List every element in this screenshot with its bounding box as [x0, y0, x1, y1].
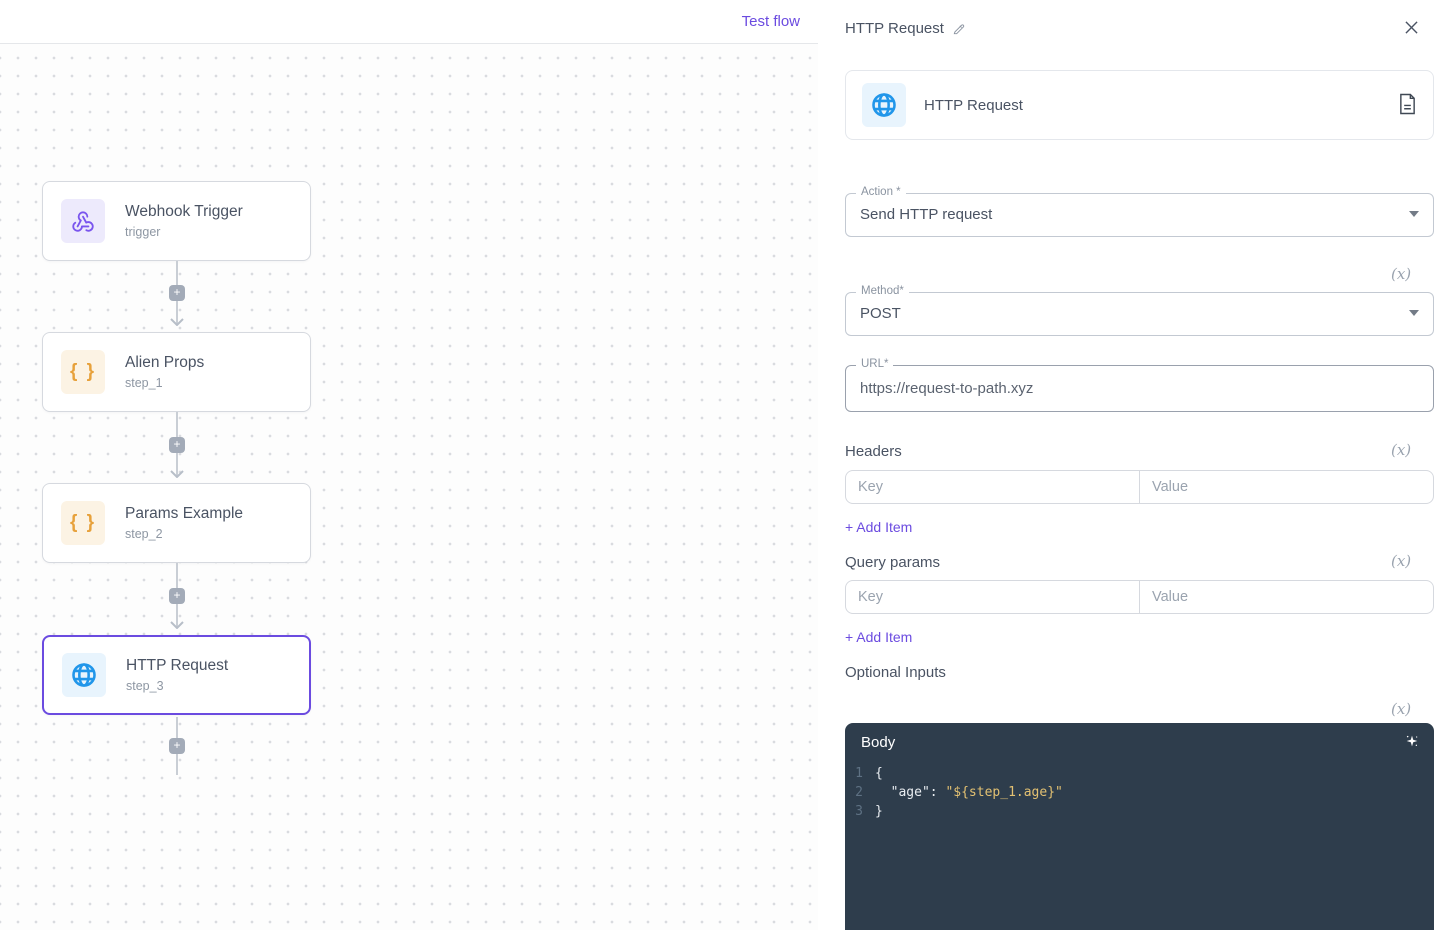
dynamic-value-toggle-method[interactable]: (x): [1391, 265, 1411, 283]
code-line: 3 }: [845, 802, 1434, 821]
action-label: Action *: [856, 186, 906, 198]
panel-title: HTTP Request: [845, 20, 944, 37]
add-step-button[interactable]: +: [169, 738, 185, 754]
piece-info-card: HTTP Request: [845, 70, 1434, 140]
add-step-button[interactable]: +: [169, 588, 185, 604]
add-step-button[interactable]: +: [169, 285, 185, 301]
code-text: }: [875, 802, 883, 821]
code-line: 1 {: [845, 764, 1434, 783]
globe-icon: [862, 83, 906, 127]
ai-sparkle-icon[interactable]: [1404, 733, 1420, 752]
code-text: {: [875, 764, 883, 783]
dynamic-value-toggle-headers[interactable]: (x): [1391, 441, 1411, 459]
code-text: "age":: [875, 783, 945, 802]
edit-pencil-icon[interactable]: [952, 22, 966, 36]
arrow-down-icon: [170, 621, 184, 629]
action-select[interactable]: Action * Send HTTP request: [845, 193, 1434, 237]
close-icon[interactable]: [1405, 21, 1418, 37]
query-params-add-item-button[interactable]: + Add Item: [845, 629, 912, 645]
url-input[interactable]: [846, 366, 1433, 411]
query-params-label: Query params: [845, 554, 940, 571]
connector: +: [169, 563, 185, 628]
dynamic-value-toggle-body[interactable]: (x): [1391, 700, 1411, 718]
body-code-editor[interactable]: Body 1 { 2 "age": "${step_1.age}": [845, 723, 1434, 930]
step-settings-panel: HTTP Request HTTP Request Action * Send …: [819, 0, 1452, 930]
headers-value-input[interactable]: [1140, 471, 1433, 503]
braces-icon: { }: [61, 350, 105, 394]
add-step-button[interactable]: +: [169, 437, 185, 453]
connector: +: [169, 261, 185, 325]
webhook-icon: [61, 199, 105, 243]
chevron-down-icon: [1409, 211, 1419, 217]
query-params-key-input[interactable]: [846, 581, 1139, 613]
headers-key-value-row: [845, 470, 1434, 504]
test-flow-button[interactable]: Test flow: [742, 13, 800, 30]
docs-button[interactable]: [1398, 93, 1417, 118]
arrow-down-icon: [170, 318, 184, 326]
node-subtitle: trigger: [125, 225, 243, 239]
url-label: URL*: [856, 358, 893, 370]
canvas-topbar: Test flow: [0, 0, 818, 44]
connector: +: [169, 412, 185, 477]
node-subtitle: step_3: [126, 679, 228, 693]
node-title: Webhook Trigger: [125, 203, 243, 221]
method-select[interactable]: Method* POST: [845, 292, 1434, 336]
document-icon: [1398, 93, 1417, 115]
flow-node-alien-props[interactable]: { } Alien Props step_1: [42, 332, 311, 412]
flow-node-webhook-trigger[interactable]: Webhook Trigger trigger: [42, 181, 311, 261]
node-title: HTTP Request: [126, 657, 228, 675]
node-title: Alien Props: [125, 354, 204, 372]
query-params-value-input[interactable]: [1140, 581, 1433, 613]
headers-label: Headers: [845, 443, 902, 460]
method-value: POST: [846, 293, 1433, 335]
braces-icon: { }: [61, 501, 105, 545]
node-subtitle: step_1: [125, 376, 204, 390]
node-title: Params Example: [125, 505, 243, 523]
chevron-down-icon: [1409, 310, 1419, 316]
connector: +: [169, 717, 185, 775]
code-line: 2 "age": "${step_1.age}": [845, 783, 1434, 802]
body-code-content[interactable]: 1 { 2 "age": "${step_1.age}" 3 }: [845, 758, 1434, 821]
url-field[interactable]: URL*: [845, 365, 1434, 412]
method-label: Method*: [856, 285, 909, 297]
line-number: 2: [845, 783, 875, 802]
piece-name: HTTP Request: [924, 97, 1380, 114]
flow-builder-app: Test flow Webhook Trigger trigger +: [0, 0, 1452, 930]
node-subtitle: step_2: [125, 527, 243, 541]
code-template-value: "${step_1.age}": [945, 783, 1062, 802]
globe-icon: [62, 653, 106, 697]
line-number: 1: [845, 764, 875, 783]
line-number: 3: [845, 802, 875, 821]
body-editor-header: Body: [845, 723, 1434, 758]
query-params-key-value-row: [845, 580, 1434, 614]
flow-canvas[interactable]: Webhook Trigger trigger + { } Alien Prop…: [0, 44, 818, 930]
flow-node-params-example[interactable]: { } Params Example step_2: [42, 483, 311, 563]
panel-header: HTTP Request: [845, 20, 966, 37]
headers-add-item-button[interactable]: + Add Item: [845, 519, 912, 535]
body-label: Body: [861, 734, 1404, 751]
optional-inputs-label: Optional Inputs: [845, 664, 946, 681]
arrow-down-icon: [170, 470, 184, 478]
dynamic-value-toggle-query-params[interactable]: (x): [1391, 552, 1411, 570]
headers-key-input[interactable]: [846, 471, 1139, 503]
action-value: Send HTTP request: [846, 194, 1433, 236]
flow-node-http-request[interactable]: HTTP Request step_3: [42, 635, 311, 715]
